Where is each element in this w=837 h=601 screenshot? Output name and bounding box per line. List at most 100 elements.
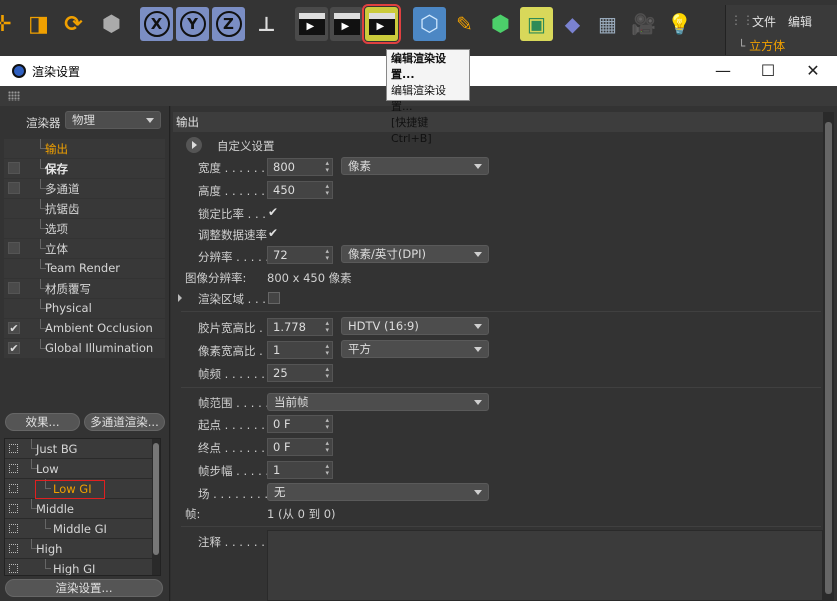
adjust-data-rate-checkbox[interactable]: ✔	[268, 227, 280, 239]
multipass-render-button[interactable]: 多通道渲染...	[84, 413, 165, 431]
nav-item-material-override[interactable]: 材质覆写	[4, 279, 165, 298]
preset-scrollbar[interactable]	[152, 439, 160, 575]
nav-checkbox[interactable]: ✔	[8, 322, 20, 334]
maximize-button[interactable]: ☐	[746, 58, 790, 84]
preset-item-just-bg[interactable]: Just BG	[5, 439, 153, 459]
move-icon[interactable]: ✛	[0, 7, 19, 41]
fields-dropdown[interactable]: 无	[267, 483, 489, 501]
preset-item-high[interactable]: High	[5, 539, 153, 559]
nav-label: Ambient Occlusion	[45, 321, 153, 335]
height-label: 高度 . . . . . . .	[198, 184, 273, 198]
deformer-icon[interactable]: ◆	[556, 7, 589, 41]
nav-checkbox[interactable]	[8, 242, 20, 254]
pixel-aspect-dropdown[interactable]: 平方	[341, 340, 489, 358]
menu-edit[interactable]: 编辑	[788, 13, 812, 30]
render-settings-button[interactable]: 渲染设置...	[5, 579, 163, 597]
preset-item-middle-gi[interactable]: Middle GI	[5, 519, 153, 539]
start-field[interactable]: 0 F	[267, 415, 333, 433]
lock-ratio-checkbox[interactable]: ✔	[268, 206, 280, 218]
height-field[interactable]: 450	[267, 181, 333, 199]
nav-checkbox[interactable]	[8, 182, 20, 194]
nav-checkbox[interactable]: ✔	[8, 342, 20, 354]
notes-textarea[interactable]	[267, 530, 823, 601]
effects-button[interactable]: 效果...	[5, 413, 80, 431]
nav-label: 输出	[45, 142, 68, 156]
scrollbar-thumb[interactable]	[153, 443, 159, 555]
axis-z-button[interactable]: Z	[212, 7, 245, 41]
axis-x-button[interactable]: X	[140, 7, 173, 41]
preset-label: Middle GI	[53, 522, 107, 536]
floor-icon[interactable]: ▦	[591, 7, 624, 41]
nav-checkbox[interactable]	[8, 162, 20, 174]
object-icon[interactable]: ⬢	[95, 7, 128, 41]
nav-item-antialiasing[interactable]: 抗锯齿	[4, 199, 165, 218]
render-region-checkbox[interactable]	[268, 292, 280, 304]
frame-step-field[interactable]: 1	[267, 461, 333, 479]
render-view-icon[interactable]	[295, 7, 328, 41]
resolution-label: 分辨率 . . . . .	[198, 250, 270, 264]
minimize-button[interactable]: —	[701, 58, 745, 84]
resolution-unit-dropdown[interactable]: 像素/英寸(DPI)	[341, 245, 489, 263]
preset-label: Just BG	[36, 442, 78, 456]
preset-menu-button[interactable]	[186, 137, 202, 153]
divider	[181, 387, 821, 388]
array-icon[interactable]: ▣	[520, 7, 553, 41]
pen-icon[interactable]: ✎	[448, 7, 481, 41]
scrollbar-thumb[interactable]	[825, 122, 832, 594]
coordinate-system-icon[interactable]: ⊥	[250, 7, 283, 41]
axis-y-button[interactable]: Y	[176, 7, 209, 41]
preset-item-high-gi[interactable]: High GI	[5, 559, 153, 576]
edit-render-settings-icon[interactable]	[362, 4, 401, 44]
preset-item-middle[interactable]: Middle	[5, 499, 153, 519]
object-item-cube[interactable]: └ 立方体	[738, 37, 785, 54]
resolution-field[interactable]: 72	[267, 246, 333, 264]
tooltip-shortcut: [快捷键 Ctrl+B]	[391, 116, 432, 145]
preset-item-low-gi[interactable]: Low GI	[5, 479, 153, 499]
nav-item-physical[interactable]: Physical	[4, 299, 165, 318]
end-label: 终点 . . . . . . .	[198, 441, 273, 455]
render-setting-icon	[9, 484, 18, 493]
nav-item-ambient-occlusion[interactable]: ✔ Ambient Occlusion	[4, 319, 165, 338]
film-aspect-field[interactable]: 1.778	[267, 318, 333, 336]
nav-item-stereoscopic[interactable]: 立体	[4, 239, 165, 258]
width-field[interactable]: 800	[267, 158, 333, 176]
nav-checkbox[interactable]	[8, 282, 20, 294]
expand-triangle-icon[interactable]	[178, 294, 182, 302]
cube-icon[interactable]: ⬡	[413, 7, 446, 41]
output-settings-panel: 输出 自定义设置 宽度 . . . . . . . 800 像素 高度 . . …	[171, 106, 837, 601]
preset-label: High GI	[53, 562, 96, 576]
render-setting-icon	[9, 564, 18, 573]
grip-icon[interactable]	[8, 91, 20, 101]
width-unit-dropdown[interactable]: 像素	[341, 157, 489, 175]
nav-item-multipass[interactable]: 多通道	[4, 179, 165, 198]
end-field[interactable]: 0 F	[267, 438, 333, 456]
nav-item-options[interactable]: 选项	[4, 219, 165, 238]
pixel-aspect-field[interactable]: 1	[267, 341, 333, 359]
film-aspect-dropdown[interactable]: HDTV (16:9)	[341, 317, 489, 335]
preset-label: Middle	[36, 502, 74, 516]
render-setting-icon	[9, 504, 18, 513]
renderer-dropdown[interactable]: 物理	[65, 111, 161, 129]
nav-item-global-illumination[interactable]: ✔ Global Illumination	[4, 339, 165, 358]
nav-item-team-render[interactable]: Team Render	[4, 259, 165, 278]
rotate-icon[interactable]: ⟳	[57, 7, 90, 41]
frame-range-dropdown[interactable]: 当前帧	[267, 393, 489, 411]
render-preset-list: Just BG Low Low GI Middle Middle GI High	[4, 438, 161, 576]
width-label: 宽度 . . . . . . .	[198, 161, 273, 175]
render-picture-viewer-icon[interactable]	[330, 7, 363, 41]
nav-label: 抗锯齿	[45, 202, 80, 216]
close-button[interactable]: ✕	[791, 58, 835, 84]
frame-rate-field[interactable]: 25	[267, 364, 333, 382]
render-setting-icon	[9, 544, 18, 553]
nav-item-output[interactable]: 输出	[4, 139, 165, 158]
subdivision-icon[interactable]: ⬢	[484, 7, 517, 41]
camera-icon[interactable]: 🎥	[627, 7, 660, 41]
preset-item-low[interactable]: Low	[5, 459, 153, 479]
settings-scrollbar[interactable]	[823, 112, 834, 601]
nav-label: 选项	[45, 222, 68, 236]
scale-icon[interactable]: ◨	[22, 7, 55, 41]
nav-item-save[interactable]: 保存	[4, 159, 165, 178]
menu-file[interactable]: 文件	[752, 13, 776, 30]
image-resolution-value: 800 x 450 像素	[267, 271, 352, 285]
light-icon[interactable]: 💡	[663, 7, 696, 41]
